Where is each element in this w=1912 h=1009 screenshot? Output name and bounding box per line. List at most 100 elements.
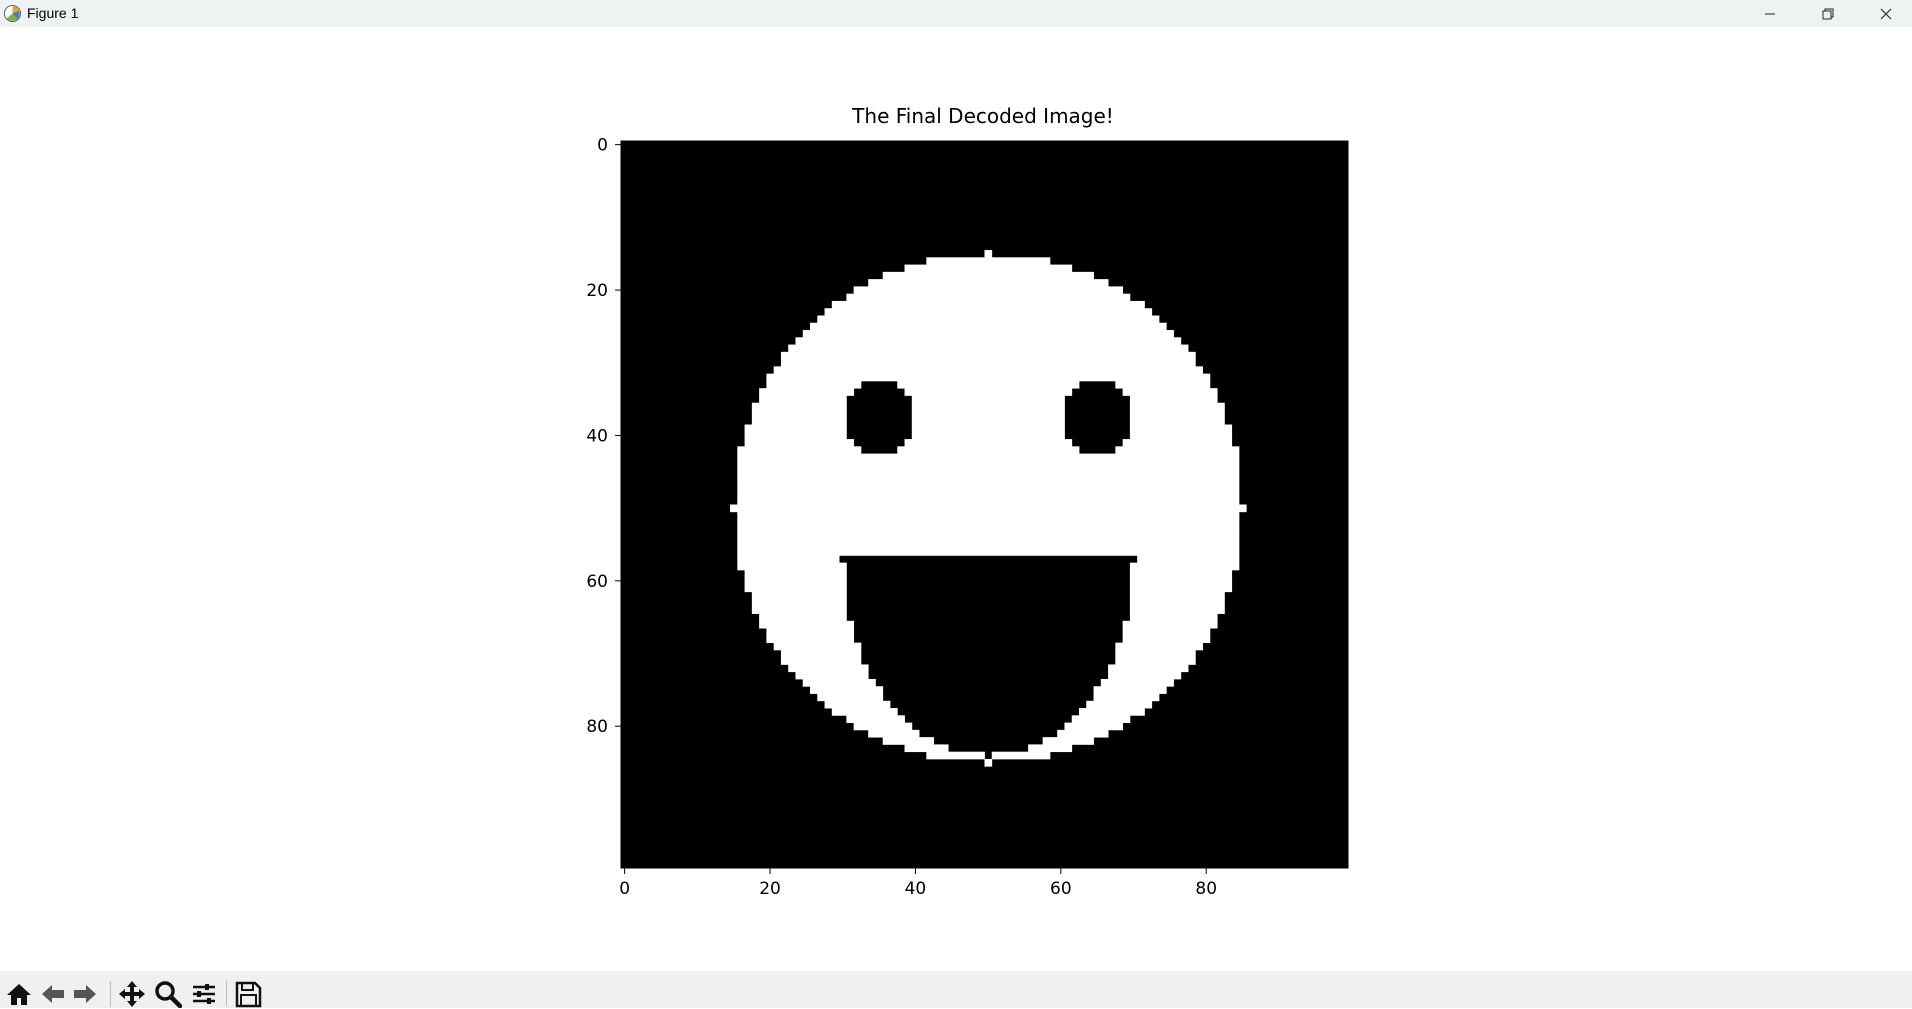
- image-pixel-run: [802, 330, 1174, 338]
- image-pixel-run: [773, 366, 1203, 375]
- home-button[interactable]: [4, 979, 34, 1009]
- image-pixel-run: [810, 686, 884, 694]
- configure-subplots-button[interactable]: [189, 979, 219, 1009]
- image-pixel-run: [1115, 649, 1196, 658]
- image-pixel-run: [759, 613, 847, 622]
- image-pixel-run: [1122, 620, 1218, 629]
- image-pixel-run: [1129, 599, 1225, 607]
- image-pixel-run: [904, 264, 1073, 273]
- navigation-toolbar: [0, 971, 1912, 1008]
- matplotlib-logo-icon: [3, 4, 22, 23]
- image-pixel-run: [926, 257, 1051, 265]
- image-pixel-run: [737, 460, 1240, 469]
- image-pixel-run: [904, 388, 1073, 396]
- chart-svg[interactable]: The Final Decoded Image! 0 20 40 60 80 0 20 40 6…: [0, 27, 1912, 971]
- image-pixel-run: [991, 751, 1051, 760]
- image-pixel-run: [868, 279, 1109, 287]
- restore-icon: [1822, 8, 1834, 19]
- image-pixel-run: [751, 402, 847, 411]
- image-pixel-run: [795, 337, 1182, 345]
- image-pixel-run: [744, 439, 855, 447]
- image-pixel-run: [737, 446, 862, 455]
- image-pixel-run: [1129, 431, 1233, 440]
- save-button[interactable]: [233, 979, 263, 1009]
- toolbar-separator: [110, 981, 111, 1007]
- image-pixel-run: [1115, 642, 1203, 651]
- image-pixel-run: [773, 642, 862, 651]
- image-pixel-run: [1086, 700, 1153, 709]
- image-pixel-run: [1129, 591, 1225, 600]
- image-pixel-run: [984, 758, 993, 767]
- image-pixel-run: [1129, 402, 1225, 411]
- y-tick-label: 60: [586, 572, 608, 592]
- image-pixel-run: [817, 315, 1160, 324]
- restore-button[interactable]: [1799, 0, 1857, 27]
- image-pixel-run: [730, 504, 1247, 513]
- image-pixel-run: [1129, 424, 1233, 433]
- image-pixel-run: [1100, 678, 1174, 687]
- image-pixel-run: [780, 657, 862, 665]
- image-pixel-run: [751, 591, 847, 600]
- image-pixel-run: [897, 380, 1080, 389]
- image-pixel-run: [737, 555, 840, 564]
- image-pixel-run: [737, 562, 847, 571]
- image-pixel-run: [780, 351, 1196, 360]
- close-button[interactable]: [1857, 0, 1912, 27]
- image-pixel-run: [744, 584, 847, 593]
- forward-button[interactable]: [70, 979, 100, 1009]
- pan-icon: [119, 981, 145, 1007]
- image-pixel-run: [759, 395, 847, 404]
- image-pixel-run: [780, 359, 1196, 367]
- image-pixel-run: [831, 300, 1145, 309]
- image-pixel-run: [766, 380, 862, 389]
- image-pixel-run: [1122, 439, 1233, 447]
- image-pixel-run: [1028, 744, 1073, 753]
- image-pixel-run: [737, 526, 1240, 534]
- home-icon: [7, 984, 31, 1005]
- image-pixel-run: [751, 606, 847, 614]
- image-pixel-run: [911, 402, 1065, 411]
- image-pixel-run: [817, 693, 884, 702]
- image-pixel-run: [984, 250, 993, 258]
- figure-canvas[interactable]: The Final Decoded Image! 0 20 40 60 80 0 20 40 6…: [0, 27, 1912, 971]
- minimize-button[interactable]: [1741, 0, 1799, 27]
- image-pixel-run: [737, 453, 1240, 462]
- image-pixel-run: [1057, 729, 1109, 738]
- image-pixel-run: [911, 395, 1065, 404]
- back-icon: [42, 985, 64, 1003]
- x-tick-label: 60: [1050, 879, 1072, 899]
- image-pixel-run: [853, 722, 913, 731]
- image-pixel-run: [846, 293, 1131, 302]
- image-pixel-run: [1115, 380, 1211, 389]
- image-pixel-run: [1129, 562, 1240, 571]
- zoom-button[interactable]: [153, 979, 183, 1009]
- x-tick-label: 80: [1195, 879, 1217, 899]
- image-pixel-run: [1129, 395, 1218, 404]
- image-pixel-run: [780, 649, 862, 658]
- close-icon: [1880, 8, 1892, 19]
- image-pixel-run: [751, 409, 847, 418]
- image-pixel-run: [831, 708, 898, 716]
- image-pixel-run: [1129, 409, 1225, 418]
- x-tick-label: 40: [905, 879, 927, 899]
- image-pixel-run: [1108, 671, 1182, 680]
- image-pixel-run: [1093, 686, 1167, 694]
- image-pixel-run: [737, 519, 1240, 527]
- image-pixel-run: [1115, 446, 1240, 455]
- image-pixel-run: [744, 424, 847, 433]
- x-tick-label: 20: [759, 879, 781, 899]
- image-pixel-run: [1079, 708, 1145, 716]
- image-pixel-run: [737, 548, 1240, 556]
- back-button[interactable]: [38, 979, 68, 1009]
- image-pixel-run: [759, 620, 855, 629]
- image-pixel-run: [1122, 628, 1211, 636]
- image-pixel-run: [897, 446, 1080, 455]
- configure-subplots-icon: [193, 984, 215, 1004]
- image-pixel-run: [1137, 555, 1240, 564]
- pan-button[interactable]: [117, 979, 147, 1009]
- image-layer: [621, 141, 1348, 868]
- image-pixel-run: [802, 678, 876, 687]
- image-pixel-run: [737, 511, 1240, 520]
- y-tick-label: 40: [586, 426, 608, 446]
- y-tick-label: 0: [597, 136, 608, 156]
